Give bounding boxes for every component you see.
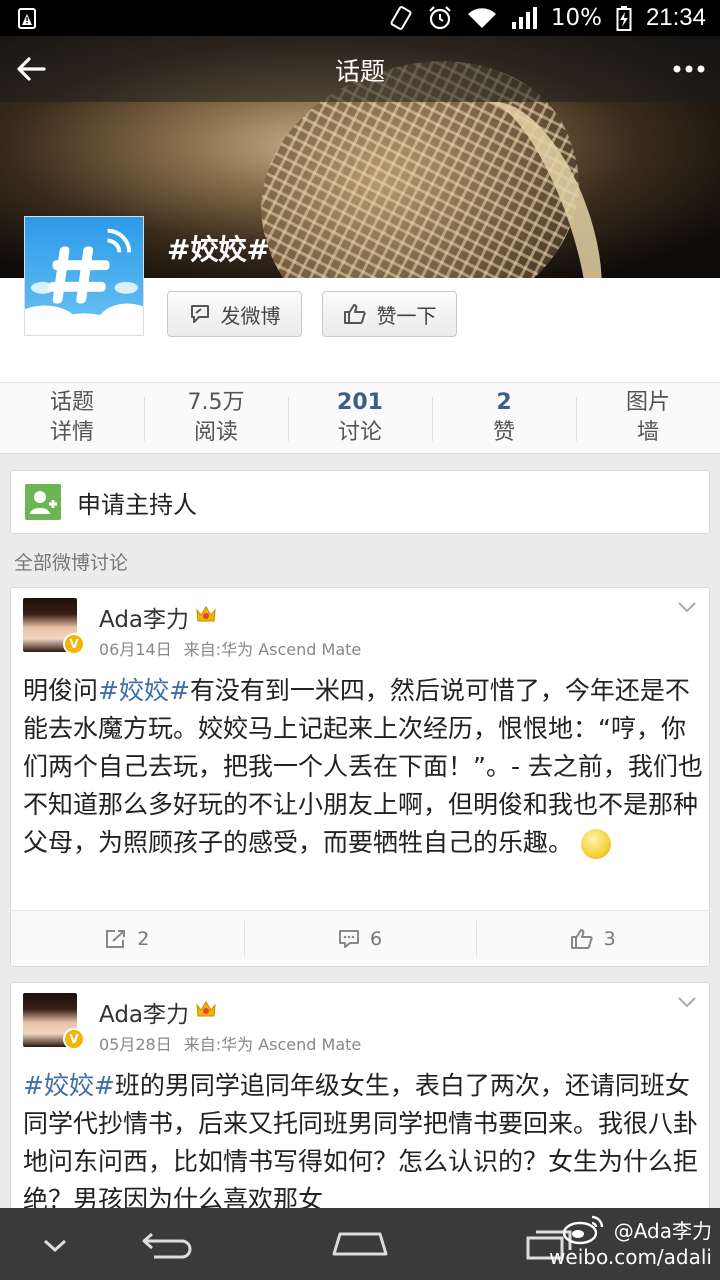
- status-bar: 10% 21:34: [0, 0, 720, 36]
- compose-icon: [190, 305, 209, 323]
- stat-label: 详情: [49, 420, 94, 445]
- post-weibo-label: 发微博: [220, 303, 281, 328]
- stat-value: 7.5万: [187, 390, 245, 415]
- comment-button[interactable]: 6: [243, 911, 477, 966]
- post-content: #姣姣#班的男同学追同年级女生，表白了两次，还请同班女同学代抄情书，后来又托同班…: [23, 1067, 703, 1219]
- section-title: 全部微博讨论: [14, 552, 129, 574]
- comment-icon: [338, 929, 359, 948]
- weibo-post-card: V Ada李力 06月14日 来自:华为 Ascend Mate 明俊问#姣姣#有…: [10, 587, 710, 967]
- author-name[interactable]: Ada李力: [99, 995, 189, 1029]
- home-nav-icon[interactable]: [330, 1226, 390, 1262]
- vip-crown-icon: [196, 1001, 216, 1017]
- comment-count: 6: [369, 927, 383, 950]
- post-weibo-button[interactable]: 发微博: [167, 291, 302, 337]
- clock: 21:34: [645, 4, 706, 31]
- stat-value: 2: [496, 390, 512, 415]
- smiley-emoji-icon: [581, 829, 612, 859]
- like-topic-label: 赞一下: [376, 303, 437, 328]
- battery-percent: 10%: [550, 5, 602, 31]
- page-title: 话题: [334, 57, 385, 86]
- post-date: 05月28日: [99, 1035, 172, 1054]
- stat-label: 阅读: [193, 420, 238, 445]
- watermark: @Ada李力 weibo.com/adali: [549, 1218, 712, 1270]
- post-meta: 06月14日 来自:华为 Ascend Mate: [99, 636, 361, 660]
- apply-host-button[interactable]: 申请主持人: [10, 470, 710, 534]
- topic-tag-link[interactable]: #姣姣#: [23, 1071, 115, 1100]
- hide-keyboard-chevron-icon[interactable]: [38, 1226, 72, 1262]
- more-dots-icon[interactable]: [670, 52, 708, 86]
- stat-discussions[interactable]: 201 讨论: [288, 383, 432, 453]
- thumbs-up-icon: [570, 928, 593, 949]
- like-button[interactable]: 3: [476, 911, 709, 966]
- like-topic-button[interactable]: 赞一下: [322, 291, 457, 337]
- post-content: 明俊问#姣姣#有没有到一米四，然后说可惜了，今年还是不能去水魔方玩。姣姣马上记起…: [23, 672, 703, 862]
- stat-value: 话题: [49, 390, 94, 415]
- post-text-before: 明俊问: [23, 676, 99, 705]
- apply-host-label: 申请主持人: [77, 490, 197, 519]
- watermark-url: weibo.com/adali: [549, 1245, 712, 1269]
- like-count: 3: [603, 927, 616, 950]
- stat-reads[interactable]: 7.5万 阅读: [144, 383, 288, 453]
- chevron-down-icon[interactable]: [677, 995, 697, 1009]
- stat-label: 讨论: [337, 420, 382, 445]
- repost-icon: [106, 929, 126, 948]
- author-name[interactable]: Ada李力: [99, 600, 189, 634]
- repost-button[interactable]: 2: [11, 911, 244, 966]
- host-user-icon: [25, 484, 61, 520]
- watermark-handle: @Ada李力: [613, 1219, 712, 1243]
- signal-icon: [511, 7, 537, 29]
- wifi-icon: [467, 8, 496, 28]
- stat-topic-details[interactable]: 话题 详情: [0, 383, 144, 453]
- post-actions: 2 6 3: [11, 910, 709, 966]
- thumbs-up-icon: [343, 304, 366, 324]
- alarm-icon: [429, 6, 451, 30]
- post-date: 06月14日: [99, 640, 172, 659]
- repost-count: 2: [137, 927, 150, 950]
- post-source: 来自:华为 Ascend Mate: [183, 640, 362, 659]
- vip-crown-icon: [196, 606, 216, 622]
- post-meta: 05月28日 来自:华为 Ascend Mate: [99, 1031, 361, 1055]
- verified-badge-icon: V: [63, 633, 85, 655]
- battery-icon: [616, 6, 632, 31]
- stat-value: 201: [337, 390, 383, 415]
- stat-value: 图片: [625, 390, 670, 415]
- chevron-down-icon[interactable]: [677, 600, 697, 614]
- vibrate-icon: [390, 6, 412, 30]
- topic-name: #姣姣#: [167, 233, 270, 266]
- alert-icon: [18, 8, 36, 29]
- topic-stats: 话题 详情 7.5万 阅读 201 讨论 2 赞 图片 墙: [0, 382, 720, 454]
- verified-badge-icon: V: [63, 1028, 85, 1050]
- weibo-post-card: V Ada李力 05月28日 来自:华为 Ascend Mate #姣姣#班的男同…: [10, 982, 710, 1222]
- stat-label: 墙: [636, 420, 659, 445]
- stat-photo-wall[interactable]: 图片 墙: [576, 383, 720, 453]
- stat-label: 赞: [492, 420, 515, 445]
- topic-hashtag-logo: [24, 216, 144, 336]
- post-source: 来自:华为 Ascend Mate: [183, 1035, 362, 1054]
- top-bar: 话题: [0, 36, 720, 102]
- back-nav-icon[interactable]: [140, 1226, 196, 1262]
- post-text: 班的男同学追同年级女生，表白了两次，还请同班女同学代抄情书，后来又托同班男同学把…: [23, 1071, 699, 1214]
- stat-likes[interactable]: 2 赞: [432, 383, 576, 453]
- topic-tag-link[interactable]: #姣姣#: [98, 676, 190, 705]
